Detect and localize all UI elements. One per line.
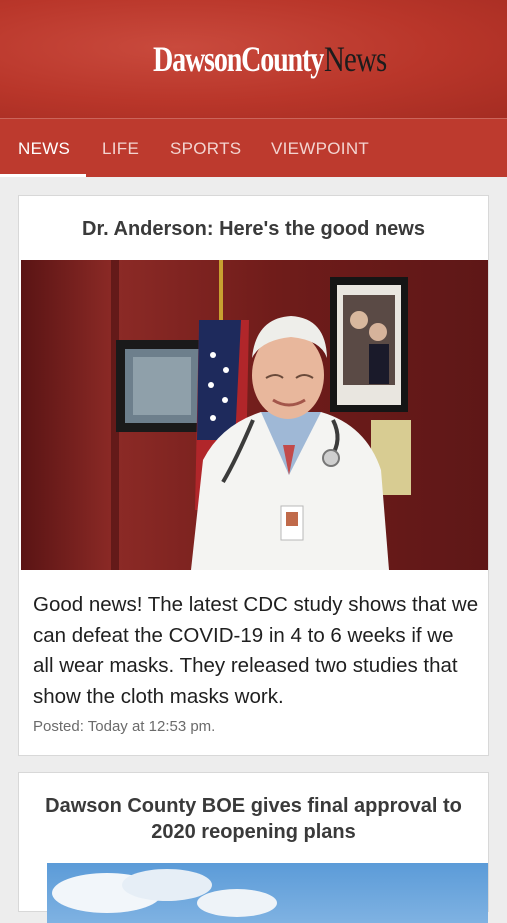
article-excerpt: Good news! The latest CDC study shows th…	[33, 593, 479, 708]
section-nav: NEWS LIFE SPORTS VIEWPOINT	[0, 118, 507, 177]
logo-text-dawsoncounty: DawsonCounty	[153, 39, 324, 79]
tab-life[interactable]: LIFE	[102, 119, 139, 177]
article-photo[interactable]	[21, 260, 488, 570]
tab-sports[interactable]: SPORTS	[170, 119, 241, 177]
article-title[interactable]: Dr. Anderson: Here's the good news	[19, 196, 488, 260]
article-card[interactable]: Dawson County BOE gives final approval t…	[18, 772, 489, 923]
sky-photo-illustration	[52, 869, 277, 917]
active-tab-indicator	[0, 174, 86, 177]
site-logo[interactable]: DawsonCounty News	[105, 38, 401, 80]
tab-viewpoint[interactable]: VIEWPOINT	[271, 119, 369, 177]
doctor-photo-illustration	[21, 260, 488, 570]
article-title[interactable]: Dawson County BOE gives final approval t…	[19, 773, 488, 845]
tab-news[interactable]: NEWS	[18, 119, 70, 177]
logo-text-news: News	[323, 39, 387, 79]
article-timestamp: Posted: Today at 12:53 pm.	[33, 718, 216, 735]
site-header: DawsonCounty News	[0, 0, 507, 118]
article-photo[interactable]	[47, 863, 488, 923]
article-card[interactable]: Dr. Anderson: Here's the good news Good …	[18, 195, 489, 756]
